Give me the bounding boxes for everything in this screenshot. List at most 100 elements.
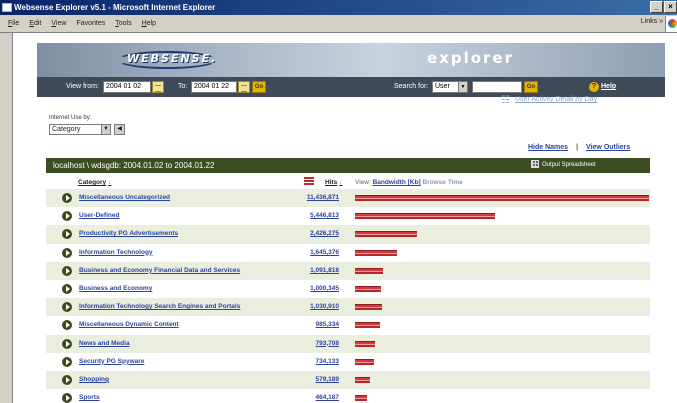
category-link[interactable]: Security PG Spyware bbox=[79, 358, 144, 365]
expand-arrow-icon[interactable] bbox=[62, 320, 72, 331]
column-headers: Category ↓ Hits ↓ View: Bandwidth [Kb] Bro… bbox=[46, 174, 650, 188]
bandwidth-bar bbox=[355, 304, 382, 311]
search-type-select[interactable]: User ▼ bbox=[432, 81, 468, 93]
category-link[interactable]: Sports bbox=[79, 394, 100, 401]
date-search-bar: View from: 2004 01 02 To: 2004 01 22 Go … bbox=[37, 77, 665, 97]
category-link[interactable]: Information Technology bbox=[79, 249, 153, 256]
table-row: Shopping 579,189 bbox=[46, 370, 650, 390]
expand-arrow-icon[interactable] bbox=[62, 393, 72, 403]
hits-value[interactable]: 793,708 bbox=[266, 340, 340, 347]
user-activity-icon[interactable]: ☷ bbox=[501, 95, 513, 107]
expand-arrow-icon[interactable] bbox=[62, 211, 72, 222]
bandwidth-bar bbox=[355, 358, 374, 365]
menu-file[interactable]: File bbox=[8, 20, 19, 27]
internet-use-by-select[interactable]: Category ▼ bbox=[49, 124, 111, 135]
websense-logo: WEBSENSE. bbox=[127, 52, 218, 65]
hits-value[interactable]: 1,030,910 bbox=[266, 303, 339, 310]
category-link[interactable]: Miscellaneous Dynamic Content bbox=[79, 321, 179, 328]
chevron-down-icon: ▼ bbox=[101, 125, 110, 134]
category-link[interactable]: Productivity PG Advertisements bbox=[79, 230, 178, 237]
table-row: Security PG Spyware 734,133 bbox=[46, 353, 650, 371]
browse-time-view-link[interactable]: Browse Time bbox=[422, 179, 462, 186]
table-row: Information Technology 1,645,376 bbox=[46, 244, 650, 262]
category-link[interactable]: Miscellaneous Uncategorized bbox=[79, 194, 170, 201]
spreadsheet-icon bbox=[531, 160, 539, 169]
expand-arrow-icon[interactable] bbox=[62, 229, 72, 240]
bandwidth-bar bbox=[355, 213, 496, 220]
user-activity-link[interactable]: User Activity Detail by Day bbox=[515, 96, 597, 103]
window-controls: _ × bbox=[649, 1, 677, 13]
hits-value[interactable]: 1,000,345 bbox=[266, 285, 339, 292]
expand-arrow-icon[interactable] bbox=[62, 302, 72, 313]
table-row: Productivity PG Advertisements 2,426,275 bbox=[46, 225, 650, 244]
bandwidth-bar bbox=[355, 376, 370, 383]
table-row: Business and Economy 1,000,345 bbox=[46, 280, 650, 298]
search-go-button[interactable]: Go bbox=[524, 81, 538, 93]
hits-value[interactable]: 985,334 bbox=[266, 321, 340, 328]
category-link[interactable]: User-Defined bbox=[79, 212, 119, 219]
expand-arrow-icon[interactable] bbox=[62, 283, 72, 294]
menu-view[interactable]: View bbox=[51, 20, 66, 27]
hits-value[interactable]: 5,446,813 bbox=[266, 212, 339, 219]
table-row: News and Media 793,708 bbox=[46, 334, 650, 353]
category-link[interactable]: Information Technology Search Engines an… bbox=[79, 303, 240, 310]
calendar-to-icon[interactable] bbox=[238, 81, 250, 93]
report-header: localhost \ wdsgdb: 2004.01.02 to 2004.0… bbox=[46, 158, 650, 173]
hits-value[interactable]: 2,426,275 bbox=[266, 230, 339, 237]
date-to-input[interactable]: 2004 01 22 bbox=[191, 81, 237, 93]
report-title: localhost \ wdsgdb: 2004.01.02 to 2004.0… bbox=[53, 161, 215, 170]
links-toolbar[interactable]: Links » bbox=[641, 18, 663, 25]
back-arrow-button[interactable]: ◀ bbox=[114, 124, 125, 135]
search-input[interactable] bbox=[472, 81, 522, 93]
link-separator: | bbox=[576, 144, 579, 151]
bandwidth-view-link[interactable]: Bandwidth [Kb] bbox=[373, 179, 421, 186]
bandwidth-bar bbox=[355, 340, 376, 347]
close-button[interactable]: × bbox=[664, 1, 677, 13]
menu-help[interactable]: Help bbox=[142, 20, 156, 27]
table-row: Business and Economy Financial Data and … bbox=[46, 261, 650, 280]
table-row: User-Defined 5,446,813 bbox=[46, 207, 650, 225]
table-row: Miscellaneous Uncategorized 11,436,871 bbox=[46, 189, 650, 208]
minimize-button[interactable]: _ bbox=[650, 1, 663, 13]
help-icon[interactable]: ? bbox=[589, 82, 599, 92]
window-title-bar: Websense Explorer v5.1 - Microsoft Inter… bbox=[0, 0, 677, 15]
category-link[interactable]: Business and Economy bbox=[79, 285, 152, 292]
hits-value[interactable]: 11,436,871 bbox=[266, 194, 339, 201]
date-go-button[interactable]: Go bbox=[252, 81, 266, 93]
browser-icon bbox=[2, 3, 12, 12]
hits-column-header[interactable]: Hits ↓ bbox=[325, 179, 343, 186]
category-link[interactable]: Shopping bbox=[79, 376, 109, 383]
bandwidth-bar bbox=[355, 285, 381, 292]
expand-arrow-icon[interactable] bbox=[62, 356, 72, 367]
menu-tools[interactable]: Tools bbox=[115, 20, 131, 27]
search-for-label: Search for: bbox=[394, 83, 429, 90]
hide-names-link[interactable]: Hide Names bbox=[528, 144, 568, 151]
menu-edit[interactable]: Edit bbox=[29, 20, 41, 27]
bandwidth-bar bbox=[355, 267, 384, 274]
hits-value[interactable]: 1,091,818 bbox=[266, 267, 339, 274]
view-from-label: View from: bbox=[66, 83, 99, 90]
hits-value[interactable]: 579,189 bbox=[266, 376, 340, 383]
help-link[interactable]: Help bbox=[601, 83, 616, 90]
category-link[interactable]: Business and Economy Financial Data and … bbox=[79, 267, 240, 274]
hits-value[interactable]: 734,133 bbox=[266, 358, 340, 365]
expand-arrow-icon[interactable] bbox=[62, 338, 72, 349]
category-table: Miscellaneous Uncategorized 11,436,871 Use… bbox=[46, 189, 650, 403]
expand-arrow-icon[interactable] bbox=[62, 193, 72, 203]
view-outliers-link[interactable]: View Outliers bbox=[586, 144, 630, 151]
date-from-input[interactable]: 2004 01 02 bbox=[103, 81, 151, 93]
banner: WEBSENSE. explorer bbox=[37, 43, 665, 77]
chart-sort-icon[interactable] bbox=[304, 177, 314, 185]
expand-arrow-icon[interactable] bbox=[62, 374, 72, 385]
output-spreadsheet-button[interactable]: Output Spreadsheet bbox=[531, 158, 596, 173]
expand-arrow-icon[interactable] bbox=[62, 247, 72, 258]
menu-favorites[interactable]: Favorites bbox=[76, 20, 105, 27]
hits-value[interactable]: 1,645,376 bbox=[266, 249, 339, 256]
bandwidth-bar bbox=[355, 322, 381, 329]
category-column-header[interactable]: Category ↓ bbox=[78, 179, 111, 186]
calendar-from-icon[interactable] bbox=[152, 81, 164, 93]
category-link[interactable]: News and Media bbox=[79, 340, 130, 347]
expand-arrow-icon[interactable] bbox=[62, 265, 72, 276]
bandwidth-bar bbox=[355, 231, 418, 238]
hits-value[interactable]: 464,187 bbox=[266, 394, 340, 401]
